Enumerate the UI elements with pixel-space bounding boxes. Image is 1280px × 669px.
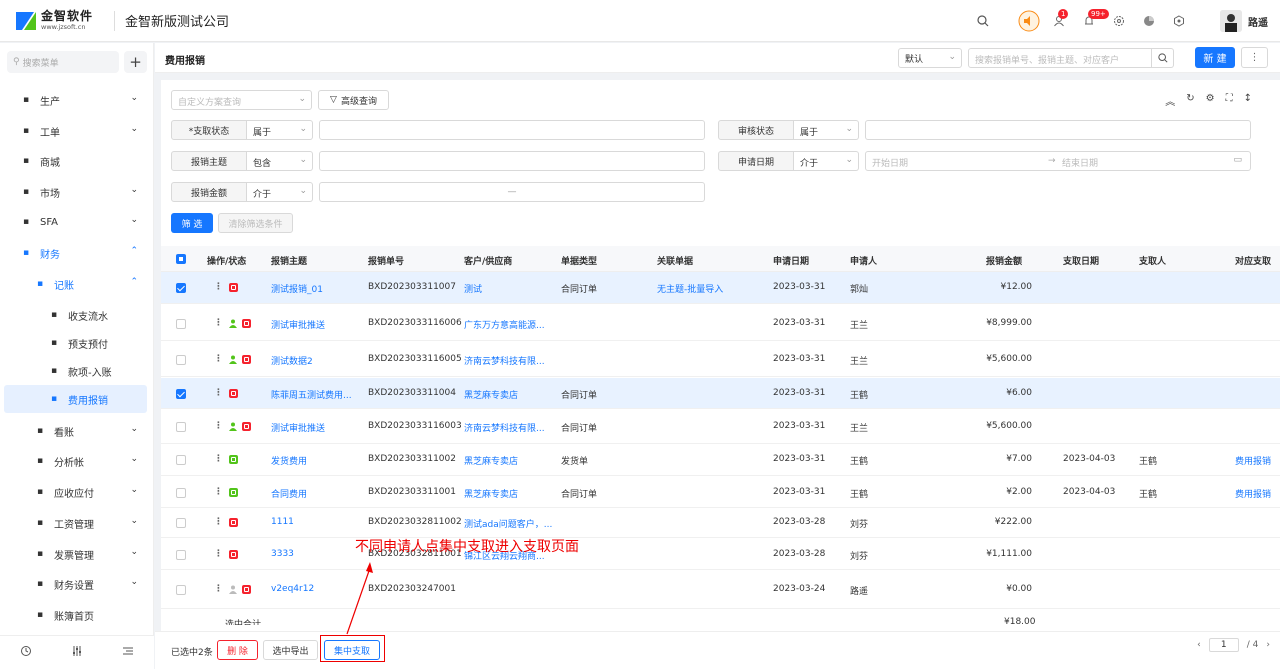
- annotation-arrow: [346, 562, 373, 635]
- annotation-text: 不同申请人点集中支取进入支取页面: [355, 539, 579, 555]
